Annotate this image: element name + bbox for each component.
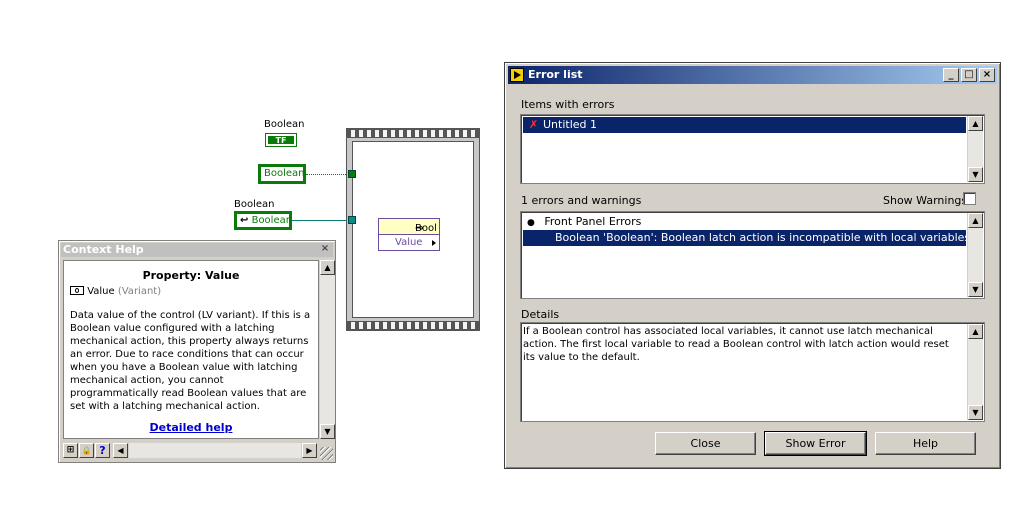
help-description: Data value of the control (LV variant). … (70, 310, 311, 412)
context-help-title: Context Help (63, 243, 144, 256)
error-list-title: Error list (528, 68, 583, 81)
scroll-up-icon[interactable]: ▲ (968, 116, 983, 131)
property-node-class-label: Bool (415, 223, 437, 234)
scroll-down-icon[interactable]: ▼ (968, 167, 983, 182)
boolean-terminal-icon[interactable]: TF (265, 133, 297, 147)
output-arrow-icon (432, 240, 436, 246)
scroll-right-icon[interactable]: ▶ (302, 443, 317, 458)
labview-icon (510, 68, 524, 82)
help-button[interactable]: Help (875, 432, 976, 455)
error-message-row[interactable]: Boolean 'Boolean': Boolean latch action … (523, 230, 970, 246)
boolean-terminal[interactable]: Boolean (258, 164, 306, 184)
property-node-header: ⊸ Bool (379, 219, 439, 235)
reference-wire[interactable] (292, 220, 352, 221)
details-label: Details (521, 308, 560, 321)
tunnel-boolean[interactable] (348, 170, 356, 178)
property-node[interactable]: ⊸ Bool Value (378, 218, 440, 251)
show-warnings-checkbox[interactable] (963, 192, 976, 205)
scroll-left-icon[interactable]: ◀ (113, 443, 128, 458)
scroll-up-icon[interactable]: ▲ (320, 260, 335, 275)
lock-icon[interactable]: 🔒 (79, 443, 94, 458)
local-var-text: Boolean (251, 215, 293, 226)
tunnel-reference[interactable] (348, 216, 356, 224)
context-help-window: Context Help × Property: Value Value (Va… (58, 240, 336, 463)
items-listbox[interactable]: ✗ Untitled 1 ▲ ▼ (520, 114, 985, 184)
help-heading: Property: Value (142, 269, 240, 282)
scroll-down-icon[interactable]: ▼ (320, 424, 335, 439)
errors-scrollbar[interactable]: ▲ ▼ (967, 213, 983, 297)
error-group-label: Front Panel Errors (544, 215, 642, 228)
help-toolbar: ⊞ 🔒 ? ◀ ▶ (63, 442, 319, 459)
local-var-label: ↩ Boolean (240, 215, 292, 226)
error-group[interactable]: ● Front Panel Errors (527, 215, 641, 228)
error-list-titlebar[interactable]: Error list _ □ × (508, 66, 997, 84)
close-button[interactable]: Close (655, 432, 756, 455)
close-icon[interactable]: × (319, 244, 331, 255)
scroll-up-icon[interactable]: ▲ (968, 324, 983, 339)
errors-count-label: 1 errors and warnings (521, 194, 642, 207)
list-item[interactable]: ✗ Untitled 1 (523, 117, 966, 133)
items-scrollbar[interactable]: ▲ ▼ (967, 116, 983, 182)
film-strip-bottom (347, 321, 479, 330)
maximize-icon[interactable]: □ (961, 68, 977, 82)
property-value-label: Value (395, 237, 423, 248)
help-value-signature: Value (Variant) (70, 286, 161, 297)
items-with-errors-label: Items with errors (521, 98, 615, 111)
context-help-body: Property: Value Value (Variant) Data val… (63, 260, 319, 439)
scroll-down-icon[interactable]: ▼ (968, 405, 983, 420)
film-strip-top (347, 129, 479, 138)
help-value-name: Value (87, 286, 115, 297)
local-variable-icon: ↩ (240, 215, 249, 226)
help-icon[interactable]: ? (95, 443, 110, 458)
boolean-terminal-label: Boolean (264, 168, 305, 179)
variant-icon (70, 286, 84, 295)
detailed-help-link[interactable]: Detailed help (64, 421, 318, 434)
boolean-local-variable[interactable]: ↩ Boolean (234, 211, 292, 230)
help-horizontal-scrolltrack[interactable] (129, 443, 301, 458)
scroll-up-icon[interactable]: ▲ (968, 213, 983, 228)
minimize-icon[interactable]: _ (943, 68, 959, 82)
scroll-down-icon[interactable]: ▼ (968, 282, 983, 297)
show-error-button[interactable]: Show Error (764, 431, 867, 456)
help-vertical-scrollbar[interactable]: ▲ ▼ (319, 260, 335, 439)
boolean-label-top: Boolean (264, 119, 305, 130)
close-icon[interactable]: × (979, 68, 995, 82)
errors-listbox[interactable]: ● Front Panel Errors Boolean 'Boolean': … (520, 211, 985, 299)
resize-grip-icon[interactable] (320, 447, 333, 460)
context-help-titlebar[interactable]: Context Help × (61, 243, 333, 257)
boolean-label-local: Boolean (234, 199, 275, 210)
error-list-window: Error list _ □ × Items with errors ✗ Unt… (504, 62, 1001, 469)
x-icon: ✗ (529, 118, 539, 131)
show-warnings-label: Show Warnings (883, 194, 968, 207)
details-text: If a Boolean control has associated loca… (523, 326, 949, 363)
show-optional-terminals-icon[interactable]: ⊞ (63, 443, 78, 458)
item-label: Untitled 1 (543, 118, 598, 131)
details-scrollbar[interactable]: ▲ ▼ (967, 324, 983, 420)
tf-glyph: TF (268, 136, 294, 145)
details-textbox[interactable]: If a Boolean control has associated loca… (520, 322, 985, 422)
bullet-icon: ● (527, 218, 535, 228)
help-value-type: (Variant) (117, 286, 162, 297)
